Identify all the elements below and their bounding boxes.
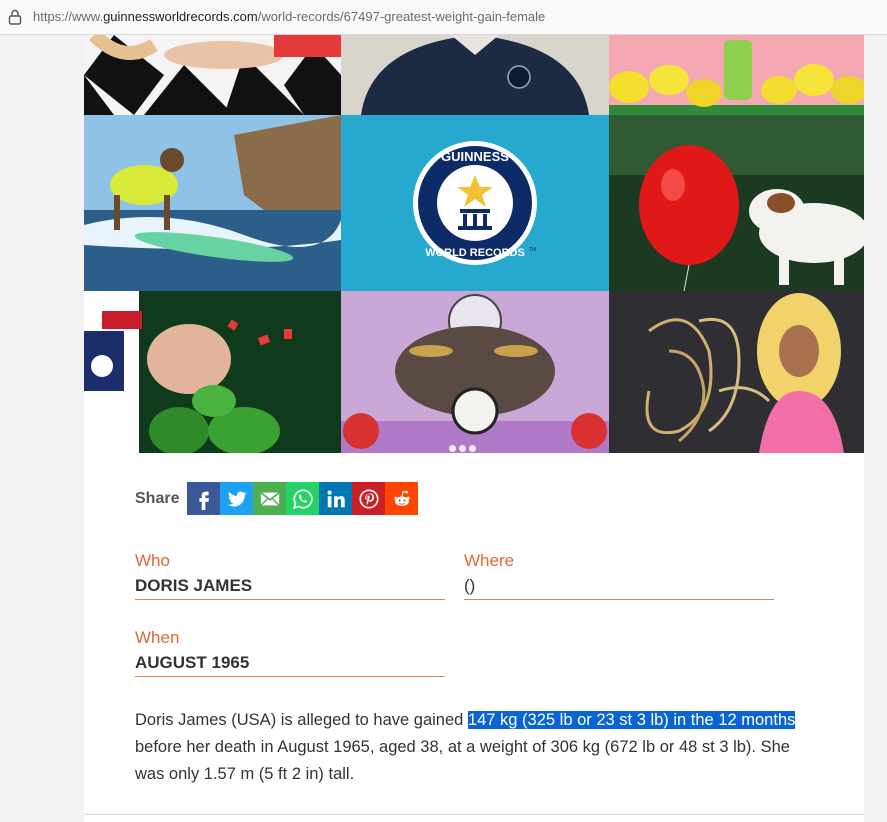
mail-icon	[260, 491, 280, 506]
url-path: /world-records/67497-greatest-weight-gai…	[257, 9, 546, 24]
facebook-share-button[interactable]	[187, 482, 221, 515]
when-field: When AUGUST 1965	[135, 626, 445, 677]
where-field: Where ()	[464, 549, 774, 600]
whatsapp-share-button[interactable]	[286, 482, 320, 515]
record-description: Doris James (USA) is alleged to have gai…	[135, 707, 815, 788]
when-label: When	[135, 628, 180, 647]
when-value: AUGUST 1965	[135, 653, 250, 672]
logo-tm: TM	[529, 247, 536, 253]
twitter-share-button[interactable]	[220, 482, 254, 515]
record-card: GUINNESS WORLD RECORDS TM Share Who DORI…	[84, 35, 864, 822]
carousel-dot[interactable]	[459, 445, 466, 452]
where-value: ()	[464, 576, 476, 595]
guinness-logo-image: GUINNESS WORLD RECORDS TM	[341, 115, 609, 291]
linkedin-share-button[interactable]	[319, 482, 353, 515]
description-text-start: Doris James (USA) is alleged to have gai…	[135, 711, 468, 729]
url-text[interactable]: https://www.guinnessworldrecords.com/wor…	[33, 9, 545, 24]
logo-text-top: GUINNESS	[441, 149, 509, 164]
hero-image-collage: GUINNESS WORLD RECORDS TM	[84, 35, 864, 453]
pinterest-share-button[interactable]	[352, 482, 386, 515]
linkedin-icon	[327, 489, 345, 507]
logo-text-bottom: WORLD RECORDS	[425, 247, 525, 259]
surfing-dog-image	[84, 115, 341, 291]
share-bar: Share	[135, 482, 419, 515]
address-bar[interactable]: https://www.guinnessworldrecords.com/wor…	[0, 0, 887, 35]
watermelon-man-image	[84, 291, 341, 453]
twitter-icon	[227, 491, 247, 507]
who-label: Who	[135, 551, 170, 570]
selected-text-highlight: 147 kg (325 lb or 23 st 3 lb) in the 12 …	[467, 711, 796, 729]
balloon-dog-image	[609, 115, 864, 291]
url-prefix: https://www.	[33, 9, 104, 24]
email-share-button[interactable]	[253, 482, 287, 515]
reddit-share-button[interactable]	[385, 482, 419, 515]
lemons-image	[609, 35, 864, 115]
carousel-dot[interactable]	[469, 445, 476, 452]
where-label: Where	[464, 551, 515, 570]
card-divider	[84, 814, 864, 815]
share-label: Share	[135, 489, 180, 507]
carousel-dot[interactable]	[449, 445, 456, 452]
checkerboard-tile-image	[84, 35, 341, 115]
url-domain: guinnessworldrecords.com	[103, 9, 258, 24]
lock-icon	[8, 9, 22, 25]
drum-kit-image	[341, 291, 609, 453]
reddit-icon	[394, 490, 410, 506]
pinterest-icon	[359, 488, 379, 509]
man-navy-shirt-image	[341, 35, 609, 115]
who-value: DORIS JAMES	[135, 576, 253, 595]
whatsapp-icon	[293, 488, 313, 509]
facebook-icon	[199, 491, 210, 510]
long-nails-woman-image	[609, 291, 864, 453]
description-text-end: before her death in August 1965, aged 38…	[135, 738, 790, 783]
carousel-dots[interactable]	[449, 445, 476, 452]
who-field: Who DORIS JAMES	[135, 549, 445, 600]
